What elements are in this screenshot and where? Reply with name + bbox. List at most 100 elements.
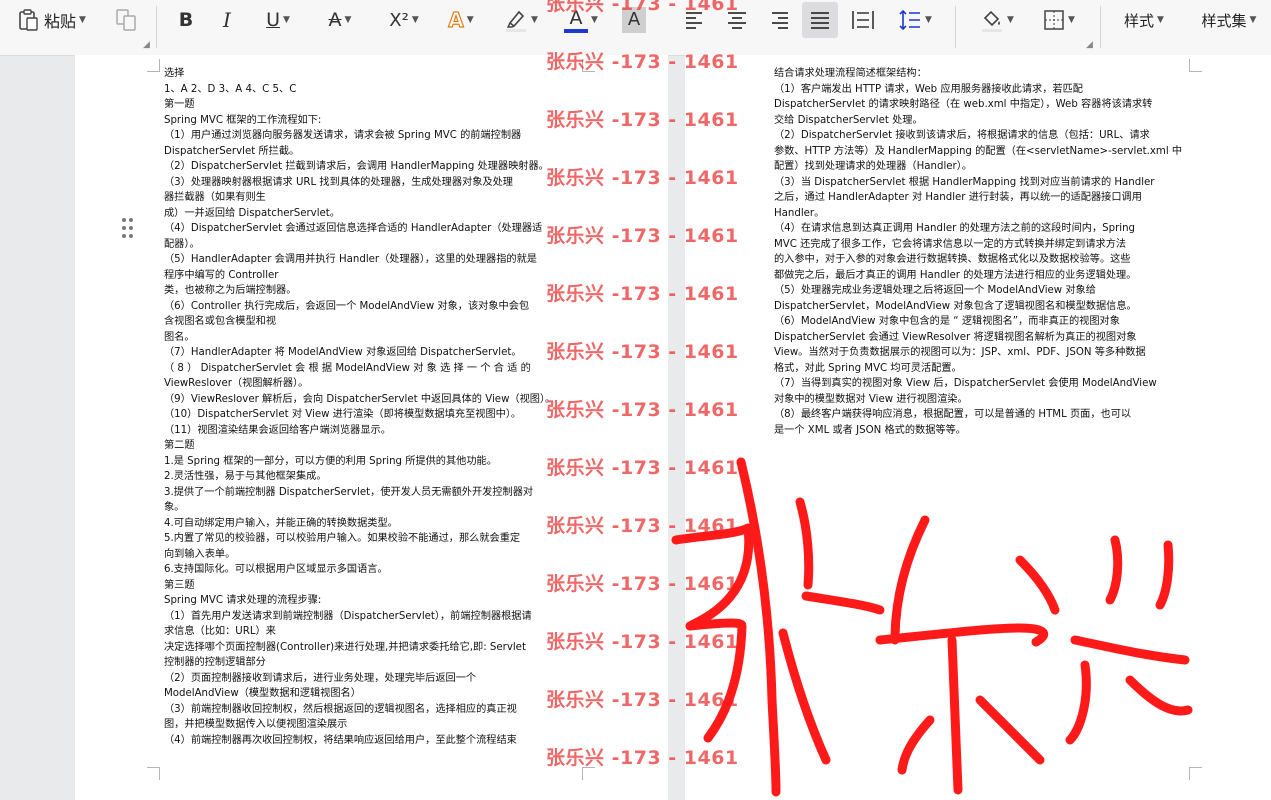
document-line: （1）用户通过浏览器向服务器发送请求，请求会被 Spring MVC 的前端控制… [164, 130, 522, 141]
document-line: 6.支持国际化。可以根据用户区域显示多国语言。 [164, 564, 388, 575]
document-line: 第三题 [164, 579, 195, 591]
clipboard-icon [19, 9, 38, 31]
document-line: （7）HandlerAdapter 将 ModelAndView 对象返回给 D… [164, 347, 522, 358]
document-line: （6）ModelAndView 对象中包含的是 “ 逻辑视图名”，而非真正的视图… [774, 316, 1120, 327]
document-line: 配器）。 [164, 238, 200, 250]
document-line: 象。 [164, 502, 185, 513]
document-line: （9）ViewReslover 解析后，会向 DispatcherServlet… [164, 393, 556, 405]
document-line: 的入参中，对于入参的对象会进行数据转换、数据格式化以及数据校验等。这些 [774, 254, 1131, 265]
document-line: 对象中的模型数据对 View 进行视图渲染。 [774, 393, 968, 405]
chevron-down-icon[interactable]: ▼ [1250, 15, 1257, 25]
document-line: （6）Controller 执行完成后，会返回一个 ModelAndView 对… [164, 300, 530, 312]
document-line: 向到输入表单。 [164, 548, 236, 560]
document-line: 1、A 2、D 3、A 4、C 5、C [164, 83, 297, 95]
chevron-down-icon[interactable]: ▼ [1068, 15, 1075, 25]
document-line: ModelAndView（模型数据和逻辑视图名） [164, 688, 361, 699]
document-line: （11）视图渲染结果会返回给客户端浏览器显示。 [164, 424, 391, 436]
chevron-down-icon[interactable]: ▼ [591, 15, 598, 25]
paragraph-launcher-icon[interactable]: ◢ [1086, 40, 1093, 50]
strikethrough-button[interactable]: A ▼ [316, 0, 364, 40]
document-line: View。当然对于负责数据展示的视图可以为：JSP、xml、PDF、JSON 等… [774, 347, 1146, 358]
superscript-icon: X² [389, 9, 409, 31]
document-line: 是一个 XML 或者 JSON 格式的数据等等。 [774, 424, 966, 436]
superscript-button[interactable]: X² ▼ [376, 0, 432, 40]
underline-button[interactable]: U ▼ [254, 0, 302, 40]
char-shading-button[interactable]: A [620, 0, 648, 40]
chevron-down-icon[interactable]: ▼ [531, 15, 538, 25]
chevron-down-icon[interactable]: ▼ [345, 15, 352, 25]
document-line: （4）前端控制器再次收回控制权，将结果响应返回给用户，至此整个流程结束 [164, 734, 517, 746]
document-page-right[interactable]: 结合请求处理流程简述框架结构： （1）客户端发出 HTTP 请求，Web 应用服务… [685, 55, 1271, 800]
chevron-down-icon[interactable]: ▼ [467, 15, 474, 25]
document-line: DispatcherServlet，ModelAndView 对象包含了逻辑视图… [774, 300, 1137, 312]
align-right-icon [772, 12, 788, 29]
chevron-down-icon[interactable]: ▼ [79, 15, 86, 25]
divider [1100, 6, 1101, 48]
paint-bucket-icon [982, 10, 1003, 32]
align-center-icon [728, 12, 746, 29]
align-center-button[interactable] [722, 0, 752, 40]
chevron-down-icon[interactable]: ▼ [283, 15, 290, 25]
italic-icon: I [223, 8, 231, 32]
document-line: 都做完之后，最后才真正的调用 Handler 的处理方法进行相应的业务逻辑处理。 [774, 269, 1137, 281]
document-line: 第一题 [164, 99, 195, 110]
distributed-button[interactable] [848, 0, 878, 40]
document-line: 配置）找到处理请求的处理器（Handler）。 [774, 161, 973, 172]
document-line: （3）前端控制器收回控制权，然后根据返回的逻辑视图名，选择相应的真正视 [164, 703, 517, 715]
document-line: 图，并把模型数据传入以便视图渲染展示 [164, 719, 348, 730]
document-line: （2）DispatcherServlet 拦截到请求后，会调用 HandlerM… [164, 161, 549, 172]
shading-button[interactable]: ▼ [972, 0, 1022, 40]
document-line: Handler。 [774, 207, 825, 219]
document-line: 类，也被称之为后端控制器。 [164, 285, 297, 296]
document-line: MVC 还完成了很多工作，它会将请求信息以一定的方式转换并绑定到请求方法 [774, 238, 1127, 250]
styles-button[interactable]: 样式 ▼ [1112, 0, 1176, 40]
document-line: 格式，对此 Spring MVC 均可灵活配置。 [774, 362, 962, 374]
borders-icon [1044, 10, 1064, 30]
paste-button[interactable]: 粘贴 ▼ [6, 0, 96, 40]
document-line: 交给 DispatcherServlet 处理。 [774, 114, 923, 126]
italic-button[interactable]: I [212, 0, 242, 40]
document-line: DispatcherServlet 的请求映射路径（在 web.xml 中指定）… [774, 99, 1153, 110]
justify-icon [811, 12, 829, 29]
drag-handle-icon[interactable] [121, 217, 135, 241]
document-body-left[interactable]: 选择 1、A 2、D 3、A 4、C 5、C 第一题 Spring MVC 框架的工作… [164, 66, 555, 748]
font-color-icon: A [569, 6, 583, 29]
document-line: 1.是 Spring 框架的一部分，可以方便的利用 Spring 所提供的其他功… [164, 455, 497, 467]
chevron-down-icon[interactable]: ▼ [1007, 15, 1014, 25]
copy-format-icon [116, 9, 136, 31]
document-line: 3.提供了一个前端控制器 DispatcherServlet，使开发人员无需额外… [164, 486, 534, 498]
document-line: DispatcherServlet 所拦截。 [164, 145, 300, 157]
document-line: ViewReslover（视图解析器）。 [164, 378, 309, 389]
align-right-button[interactable] [764, 0, 794, 40]
document-line: （4）DispatcherServlet 会通过返回信息选择合适的 Handle… [164, 223, 543, 234]
style-set-button[interactable]: 样式集 ▼ [1190, 0, 1268, 40]
document-line: （2）DispatcherServlet 接收到该请求后，将根据请求的信息（包括… [774, 130, 1150, 141]
chevron-down-icon[interactable]: ▼ [412, 15, 419, 25]
borders-button[interactable]: ▼ [1034, 0, 1084, 40]
distributed-align-icon [852, 11, 874, 29]
font-color-button[interactable]: A ▼ [556, 0, 606, 40]
line-spacing-button[interactable]: ▼ [890, 0, 940, 40]
document-line: 4.可自动绑定用户输入，并能正确的转换数据类型。 [164, 517, 398, 529]
format-painter-button[interactable] [108, 0, 144, 40]
document-line: （3）当 DispatcherServlet 根据 HandlerMapping… [774, 176, 1155, 188]
char-shading-icon: A [622, 7, 646, 33]
justify-button[interactable] [802, 2, 838, 38]
crop-mark [582, 767, 595, 780]
document-line: 参数、HTTP 方法等）及 HandlerMapping 的配置（在<servl… [774, 145, 1183, 157]
chevron-down-icon[interactable]: ▼ [1157, 15, 1164, 25]
document-line: 图名。 [164, 331, 195, 343]
clipboard-launcher-icon[interactable]: ◢ [143, 40, 150, 50]
document-page-left[interactable]: 选择 1、A 2、D 3、A 4、C 5、C 第一题 Spring MVC 框架的工作… [75, 55, 668, 800]
text-effect-button[interactable]: A ▼ [436, 0, 486, 40]
document-body-right[interactable]: 结合请求处理流程简述框架结构： （1）客户端发出 HTTP 请求，Web 应用服务… [774, 66, 1182, 438]
document-line: （ 8 ） DispatcherServlet 会 根 据 ModelAndVi… [164, 362, 531, 374]
align-left-button[interactable] [680, 0, 710, 40]
document-line: 之后，通过 HandlerAdapter 对 Handler 进行封装，再以统一… [774, 192, 1142, 203]
document-line: 控制器的控制逻辑部分 [164, 657, 266, 668]
document-line: Spring MVC 框架的工作流程如下: [164, 114, 322, 126]
document-line: 2.灵活性强，易于与其他框架集成。 [164, 471, 327, 482]
bold-button[interactable]: B [171, 0, 201, 40]
highlight-button[interactable]: ▼ [496, 0, 546, 40]
chevron-down-icon[interactable]: ▼ [925, 15, 932, 25]
